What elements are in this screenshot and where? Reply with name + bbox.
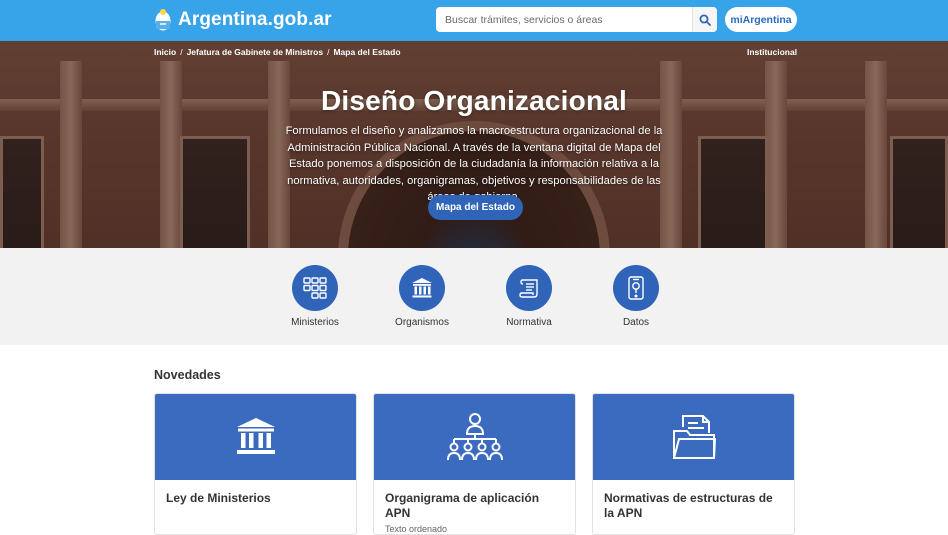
quick-access-normativa[interactable]: Normativa (484, 265, 574, 328)
page-title: Diseño Organizacional (320, 85, 628, 116)
top-bar: Argentina.gob.ar miArgentina (0, 0, 948, 41)
novedades-heading: Novedades (154, 368, 221, 382)
quick-access-circle (613, 265, 659, 311)
grid-icon (303, 277, 327, 299)
hero-description: Formulamos el diseño y analizamos la mac… (285, 125, 663, 203)
breadcrumb: Inicio / Jefatura de Gabinete de Ministr… (154, 47, 401, 57)
search-bar (436, 7, 717, 32)
breadcrumb-link-inicio[interactable]: Inicio (154, 47, 176, 57)
mapa-del-estado-button[interactable]: Mapa del Estado (428, 195, 523, 220)
phone-data-icon (628, 276, 644, 300)
card-title: Ley de Ministerios (166, 491, 271, 505)
quick-access-organismos[interactable]: Organismos (377, 265, 467, 328)
novedad-card-ley-de-ministerios[interactable]: Ley de Ministerios (154, 393, 357, 535)
quick-access-bar: Ministerios Organismos Normativa Datos (0, 248, 948, 345)
card-title: Normativas de estructuras de la APN (604, 491, 773, 520)
card-title: Organigrama de aplicación APN (385, 491, 540, 520)
coat-of-arms-icon (155, 9, 171, 31)
hero-banner: Inicio / Jefatura de Gabinete de Ministr… (0, 41, 948, 248)
search-button[interactable] (692, 7, 717, 32)
search-icon (699, 14, 711, 26)
quick-access-label: Normativa (506, 317, 552, 328)
org-chart-icon (446, 413, 503, 461)
novedad-card-organigrama[interactable]: Organigrama de aplicación APN Texto orde… (373, 393, 576, 535)
folder-documents-icon (672, 415, 716, 459)
quick-access-label: Ministerios (291, 317, 339, 328)
breadcrumb-link-jefatura[interactable]: Jefatura de Gabinete de Ministros (187, 47, 324, 57)
card-subtitle: Texto ordenado (385, 524, 448, 534)
scroll-icon (519, 279, 538, 298)
quick-access-label: Organismos (395, 317, 449, 328)
card-header (374, 394, 575, 480)
quick-access-ministerios[interactable]: Ministerios (270, 265, 360, 328)
quick-access-circle (292, 265, 338, 311)
quick-access-datos[interactable]: Datos (591, 265, 681, 328)
card-header (155, 394, 356, 480)
search-input[interactable] (436, 7, 692, 32)
institucional-link[interactable]: Institucional (747, 47, 797, 57)
quick-access-label: Datos (622, 317, 650, 328)
card-header (593, 394, 794, 480)
quick-access-circle (506, 265, 552, 311)
miargentina-button[interactable]: miArgentina (725, 7, 797, 32)
quick-access-circle (399, 265, 445, 311)
institution-icon (412, 278, 432, 298)
breadcrumb-separator: / (180, 47, 183, 57)
institution-icon (236, 418, 275, 454)
breadcrumb-separator: / (327, 47, 330, 57)
breadcrumb-current: Mapa del Estado (333, 47, 401, 57)
brand-logo-link[interactable]: Argentina.gob.ar (154, 6, 332, 34)
novedad-card-normativas[interactable]: Normativas de estructuras de la APN (592, 393, 795, 535)
brand-text: Argentina.gob.ar (178, 9, 332, 30)
